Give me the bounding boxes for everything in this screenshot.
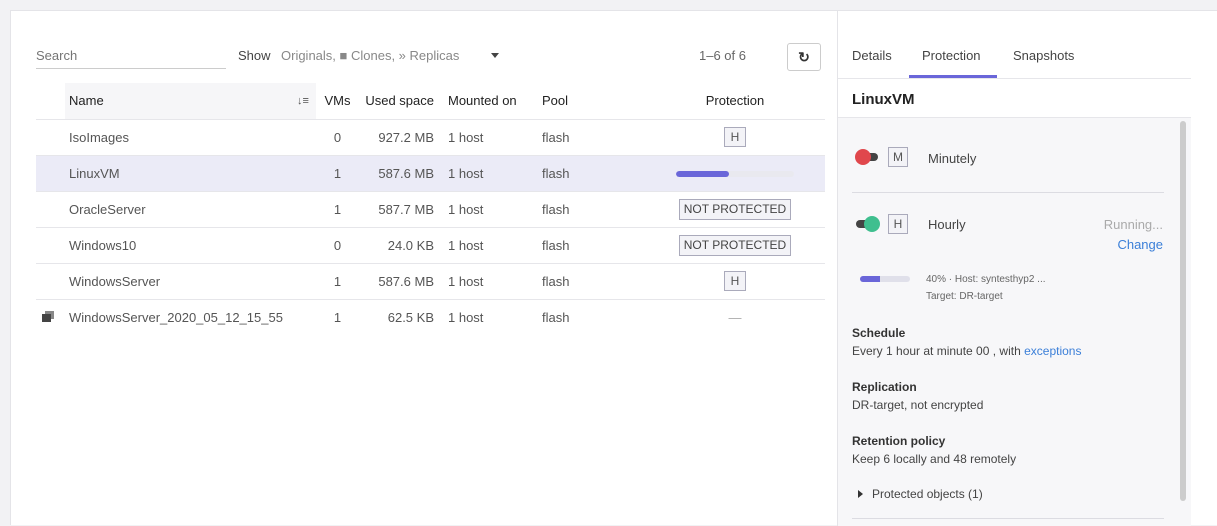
table-row[interactable]: IsoImages 0 927.2 MB 1 host flash H: [36, 118, 825, 155]
divider: [852, 192, 1164, 193]
caret-right-icon[interactable]: [858, 490, 863, 498]
exceptions-link[interactable]: exceptions: [1024, 344, 1081, 358]
no-protection-dash: —: [645, 298, 825, 335]
row-pool: flash: [542, 226, 645, 263]
column-header-used-space[interactable]: Used space: [359, 83, 442, 119]
row-pool: flash: [542, 298, 645, 335]
tab-details[interactable]: Details: [852, 48, 892, 63]
row-mounted-on: 1 host: [442, 262, 542, 299]
row-mounted-on: 1 host: [442, 226, 542, 263]
retention-value: Keep 6 locally and 48 remotely: [852, 452, 1017, 466]
minutely-toggle[interactable]: [855, 149, 878, 165]
row-name: IsoImages: [65, 118, 290, 155]
hourly-protection-badge[interactable]: H: [724, 271, 746, 291]
row-mounted-on: 1 host: [442, 298, 542, 335]
row-used-space: 62.5 KB: [359, 298, 442, 335]
row-mounted-on: 1 host: [442, 118, 542, 155]
hourly-toggle[interactable]: [856, 216, 880, 232]
details-panel: Details Protection Snapshots LinuxVM M M…: [838, 11, 1217, 526]
table-row[interactable]: WindowsServer_2020_05_12_15_55 1 62.5 KB…: [36, 298, 825, 335]
protected-objects-toggle[interactable]: Protected objects (1): [872, 487, 983, 501]
column-header-protection[interactable]: Protection: [645, 83, 825, 119]
protection-pane: M Minutely H Hourly Running... Change 40…: [838, 117, 1191, 526]
schedule-label: Schedule: [852, 326, 906, 340]
tab-protection[interactable]: Protection: [922, 48, 981, 63]
divider: [852, 518, 1164, 519]
clone-icon: [42, 310, 54, 322]
row-mounted-on: 1 host: [442, 154, 542, 191]
column-header-mounted-on[interactable]: Mounted on: [442, 83, 542, 119]
row-vms: 1: [316, 154, 359, 191]
row-mounted-on: 1 host: [442, 190, 542, 227]
chevron-down-icon[interactable]: [491, 53, 499, 58]
hourly-badge: H: [888, 214, 908, 234]
replication-label: Replication: [852, 380, 917, 394]
row-name: LinuxVM: [65, 154, 290, 191]
minutely-label: Minutely: [928, 151, 977, 166]
row-used-space: 587.6 MB: [359, 262, 442, 299]
table-row[interactable]: Windows10 0 24.0 KB 1 host flash NOT PRO…: [36, 226, 825, 263]
table-row[interactable]: OracleServer 1 587.7 MB 1 host flash NOT…: [36, 190, 825, 227]
vm-title: LinuxVM: [852, 91, 915, 108]
toolbar: Show Originals, ■ Clones, » Replicas 1–6…: [11, 11, 837, 75]
table-header: Name ↓≡ VMs Used space Mounted on Pool P…: [36, 83, 825, 119]
details-scrollbar[interactable]: [1180, 121, 1186, 501]
refresh-button[interactable]: ↻: [787, 43, 821, 71]
row-pool: flash: [542, 262, 645, 299]
row-used-space: 587.7 MB: [359, 190, 442, 227]
app-frame: Show Originals, ■ Clones, » Replicas 1–6…: [10, 10, 1217, 526]
protection-progress-bar: [676, 171, 794, 178]
column-header-vms[interactable]: VMs: [316, 83, 359, 119]
retention-label: Retention policy: [852, 434, 946, 448]
change-link[interactable]: Change: [1117, 237, 1163, 252]
row-name: WindowsServer_2020_05_12_15_55: [65, 298, 290, 335]
pagination-label: 1–6 of 6: [699, 48, 746, 63]
toggle-knob: [855, 149, 871, 165]
volumes-table: Name ↓≡ VMs Used space Mounted on Pool P…: [36, 83, 825, 335]
row-vms: 1: [316, 190, 359, 227]
column-header-name[interactable]: Name: [65, 83, 290, 119]
hourly-status: Running...: [1103, 217, 1163, 232]
column-header-pool[interactable]: Pool: [542, 83, 645, 119]
refresh-icon: ↻: [798, 48, 810, 65]
active-tab-indicator: [909, 75, 997, 78]
row-used-space: 587.6 MB: [359, 154, 442, 191]
not-protected-badge[interactable]: NOT PROTECTED: [678, 234, 792, 256]
not-protected-badge[interactable]: NOT PROTECTED: [678, 198, 792, 220]
row-used-space: 24.0 KB: [359, 226, 442, 263]
job-progress-bar: [860, 276, 910, 282]
row-vms: 1: [316, 298, 359, 335]
tab-snapshots[interactable]: Snapshots: [1013, 48, 1074, 63]
icon-column-header: [36, 83, 65, 119]
hourly-label: Hourly: [928, 217, 966, 232]
row-name: Windows10: [65, 226, 290, 263]
show-filter-select[interactable]: Originals, ■ Clones, » Replicas: [281, 48, 459, 63]
replication-value: DR-target, not encrypted: [852, 398, 984, 412]
row-pool: flash: [542, 154, 645, 191]
details-tabs: Details Protection Snapshots: [838, 11, 1191, 79]
row-name: OracleServer: [65, 190, 290, 227]
hourly-protection-badge[interactable]: H: [724, 127, 746, 147]
show-label: Show: [238, 48, 271, 63]
schedule-value: Every 1 hour at minute 00 , with excepti…: [852, 344, 1082, 358]
row-vms: 0: [316, 226, 359, 263]
row-vms: 1: [316, 262, 359, 299]
job-progress-text: 40% · Host: syntesthyp2 ...: [926, 274, 1046, 285]
table-row[interactable]: WindowsServer 1 587.6 MB 1 host flash H: [36, 262, 825, 299]
job-target-text: Target: DR-target: [926, 291, 1003, 302]
row-pool: flash: [542, 118, 645, 155]
progress-fill: [860, 276, 880, 282]
progress-fill: [676, 171, 730, 178]
row-pool: flash: [542, 190, 645, 227]
search-input[interactable]: [36, 47, 226, 69]
sort-icon[interactable]: ↓≡: [290, 83, 316, 119]
volume-list-panel: Show Originals, ■ Clones, » Replicas 1–6…: [11, 11, 837, 526]
minutely-badge: M: [888, 147, 908, 167]
table-row-selected[interactable]: LinuxVM 1 587.6 MB 1 host flash: [36, 154, 825, 191]
row-vms: 0: [316, 118, 359, 155]
toggle-knob: [864, 216, 880, 232]
row-name: WindowsServer: [65, 262, 290, 299]
row-used-space: 927.2 MB: [359, 118, 442, 155]
